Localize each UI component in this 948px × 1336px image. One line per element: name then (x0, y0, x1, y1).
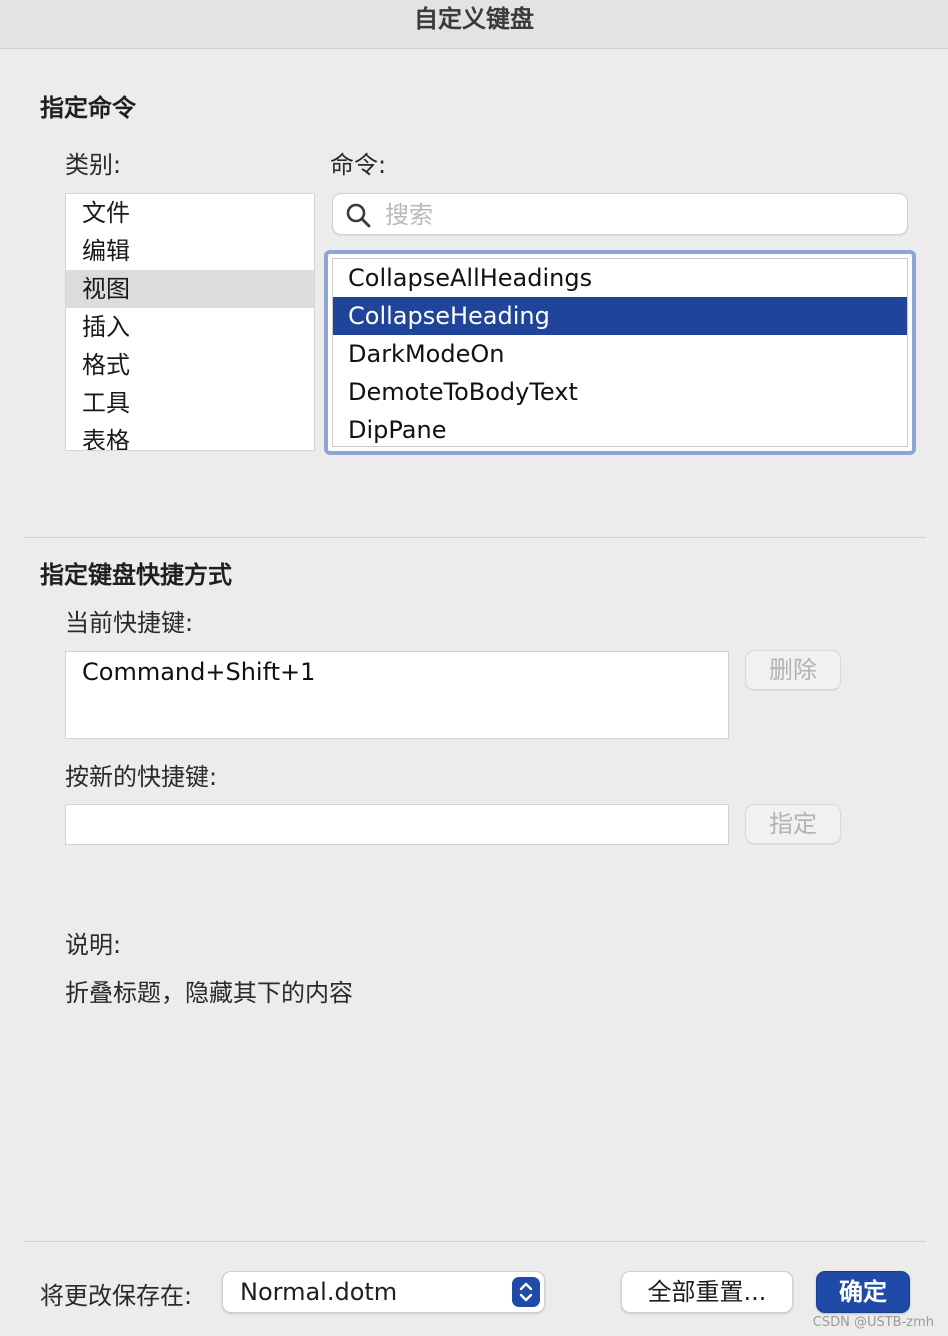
command-item[interactable]: DarkModeOn (333, 335, 907, 373)
select-stepper-icon (512, 1277, 540, 1307)
category-item-file[interactable]: 文件 (66, 194, 314, 232)
search-input[interactable] (383, 194, 887, 236)
footer-divider (24, 1241, 926, 1242)
command-item[interactable]: CollapseAllHeadings (333, 259, 907, 297)
command-item[interactable]: DipPane (333, 411, 907, 446)
command-item[interactable]: DemoteToBodyText (333, 373, 907, 411)
commands-list[interactable]: CollapseAllHeadings CollapseHeading Dark… (324, 250, 916, 455)
new-shortcut-input[interactable] (65, 804, 729, 845)
ok-button[interactable]: 确定 (816, 1271, 910, 1313)
shortcut-heading: 指定键盘快捷方式 (40, 561, 232, 589)
commands-label: 命令: (330, 151, 387, 179)
category-item-insert[interactable]: 插入 (66, 308, 314, 346)
categories-list[interactable]: 文件 编辑 视图 插入 格式 工具 表格 (65, 193, 315, 451)
current-shortcut-item[interactable]: Command+Shift+1 (82, 655, 315, 689)
save-in-label: 将更改保存在: (40, 1282, 193, 1310)
reset-all-button[interactable]: 全部重置... (621, 1271, 793, 1313)
current-shortcut-label: 当前快捷键: (65, 609, 194, 637)
description-text: 折叠标题，隐藏其下的内容 (65, 979, 353, 1007)
new-shortcut-label: 按新的快捷键: (65, 763, 218, 791)
assign-command-heading: 指定命令 (40, 94, 136, 122)
save-in-value: Normal.dotm (240, 1278, 398, 1306)
description-label: 说明: (65, 931, 122, 959)
watermark-text: CSDN @USTB-zmh (812, 1315, 934, 1330)
category-item-view[interactable]: 视图 (66, 270, 314, 308)
save-in-select[interactable]: Normal.dotm (222, 1271, 545, 1313)
window-title: 自定义键盘 (0, 0, 948, 49)
delete-button[interactable]: 删除 (745, 650, 841, 690)
categories-label: 类别: (65, 151, 122, 179)
section-divider (24, 537, 926, 538)
assign-button[interactable]: 指定 (745, 804, 841, 844)
current-shortcuts-list[interactable]: Command+Shift+1 (65, 651, 729, 739)
category-item-table[interactable]: 表格 (66, 422, 314, 450)
command-item-selected[interactable]: CollapseHeading (333, 297, 907, 335)
category-item-edit[interactable]: 编辑 (66, 232, 314, 270)
search-icon (346, 203, 371, 228)
category-item-format[interactable]: 格式 (66, 346, 314, 384)
category-item-tools[interactable]: 工具 (66, 384, 314, 422)
command-search-field[interactable] (332, 193, 908, 236)
